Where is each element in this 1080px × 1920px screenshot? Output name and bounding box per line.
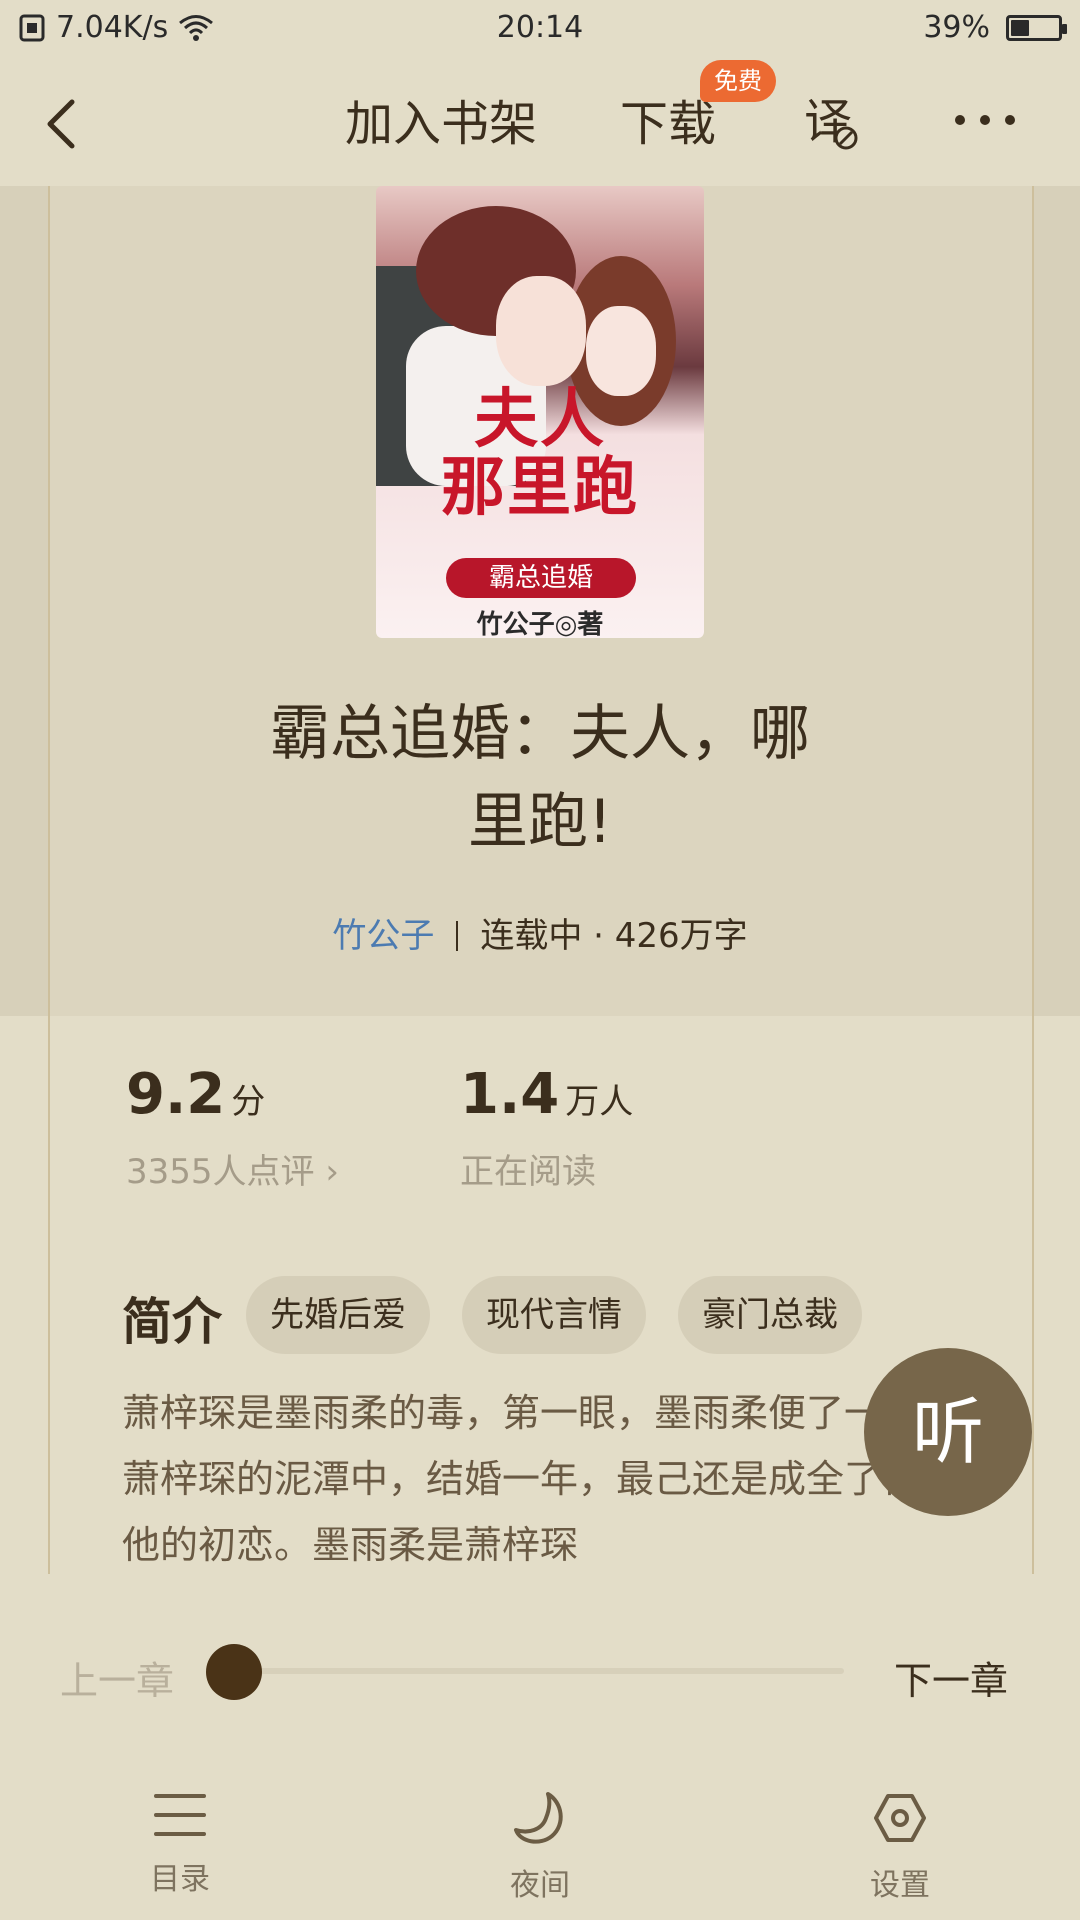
battery-icon bbox=[1006, 14, 1067, 41]
top-toolbar: 加入书架 下载 免费 译 bbox=[0, 56, 1080, 186]
rating-value: 9.2 bbox=[126, 1062, 226, 1127]
status-bar: 7.04K/s 20:14 39% bbox=[0, 0, 1080, 56]
battery-fill bbox=[1011, 19, 1029, 36]
translate-icon: 译 bbox=[804, 94, 858, 150]
nav-label: 夜间 bbox=[510, 1868, 570, 1903]
nav-night-mode[interactable]: 夜间 bbox=[470, 1790, 610, 1904]
nav-label: 设置 bbox=[870, 1868, 930, 1903]
status-right: 39% bbox=[923, 10, 1067, 45]
book-status: 连载中 · 426万字 bbox=[480, 916, 748, 956]
readers-stat: 1.4 万人 正在阅读 bbox=[460, 1062, 634, 1192]
chapter-progress-handle[interactable] bbox=[206, 1644, 262, 1700]
reader-screen: 7.04K/s 20:14 39% 加入书架 下载 免费 译 夫人 那里跑 霸总… bbox=[0, 0, 1080, 1920]
genre-tag[interactable]: 先婚后爱 bbox=[246, 1276, 430, 1354]
menu-icon bbox=[154, 1794, 206, 1836]
nav-contents[interactable]: 目录 bbox=[110, 1790, 250, 1898]
listen-button[interactable]: 听 bbox=[864, 1348, 1032, 1516]
cover-title-line: 那里跑 bbox=[441, 450, 639, 525]
genre-tag[interactable]: 现代言情 bbox=[462, 1276, 646, 1354]
chapter-progress-track[interactable] bbox=[232, 1668, 844, 1674]
cover-title: 夫人 那里跑 bbox=[376, 386, 704, 522]
book-title: 霸总追婚：夫人，哪 里跑! bbox=[200, 690, 880, 866]
chevron-left-icon bbox=[47, 99, 75, 149]
cover-subtitle: 霸总追婚 bbox=[446, 558, 636, 598]
rating-unit: 分 bbox=[231, 1082, 266, 1122]
more-dot bbox=[1005, 115, 1015, 125]
more-button[interactable] bbox=[955, 112, 1015, 128]
frame-line-right bbox=[1032, 186, 1034, 1574]
add-to-shelf-button[interactable]: 加入书架 bbox=[345, 84, 537, 154]
nav-label: 目录 bbox=[150, 1862, 210, 1897]
book-title-line: 霸总追婚：夫人，哪 bbox=[270, 699, 810, 769]
meta-divider bbox=[456, 921, 459, 951]
battery-percent: 39% bbox=[923, 10, 990, 45]
next-chapter-button[interactable]: 下一章 bbox=[894, 1650, 1008, 1705]
cover-art bbox=[496, 276, 586, 386]
simplified-traditional-button[interactable]: 译 bbox=[800, 88, 866, 154]
review-count: 3355人点评 › bbox=[126, 1152, 339, 1192]
genre-tag[interactable]: 豪门总裁 bbox=[678, 1276, 862, 1354]
intro-text[interactable]: 萧梓琛是墨雨柔的毒，第一眼，墨雨柔便了一个叫萧梓琛的泥潭中，结婚一年，最己还是成… bbox=[122, 1380, 962, 1578]
readers-label: 正在阅读 bbox=[460, 1152, 596, 1192]
more-dot bbox=[955, 115, 965, 125]
intro-heading: 简介 bbox=[122, 1293, 222, 1351]
frame-line-left bbox=[48, 186, 50, 1574]
prev-chapter-button[interactable]: 上一章 bbox=[60, 1650, 174, 1705]
cover-title-line: 夫人 bbox=[474, 382, 606, 457]
book-cover[interactable]: 夫人 那里跑 霸总追婚 竹公子◎著 bbox=[376, 186, 704, 638]
readers-value: 1.4 bbox=[460, 1062, 560, 1127]
book-meta: 竹公子 连载中 · 426万字 bbox=[0, 908, 1080, 957]
readers-unit: 万人 bbox=[565, 1082, 634, 1122]
settings-icon bbox=[874, 1794, 926, 1842]
free-badge: 免费 bbox=[700, 60, 776, 102]
more-dot bbox=[980, 115, 990, 125]
nav-settings[interactable]: 设置 bbox=[830, 1790, 970, 1904]
author-link[interactable]: 竹公子 bbox=[332, 916, 434, 956]
rating-stat[interactable]: 9.2 分 3355人点评 › bbox=[126, 1062, 339, 1192]
back-button[interactable] bbox=[38, 94, 88, 154]
clock: 20:14 bbox=[496, 10, 584, 45]
moon-icon bbox=[514, 1792, 563, 1844]
book-title-line: 里跑! bbox=[467, 787, 613, 857]
cover-author: 竹公子◎著 bbox=[476, 610, 604, 638]
